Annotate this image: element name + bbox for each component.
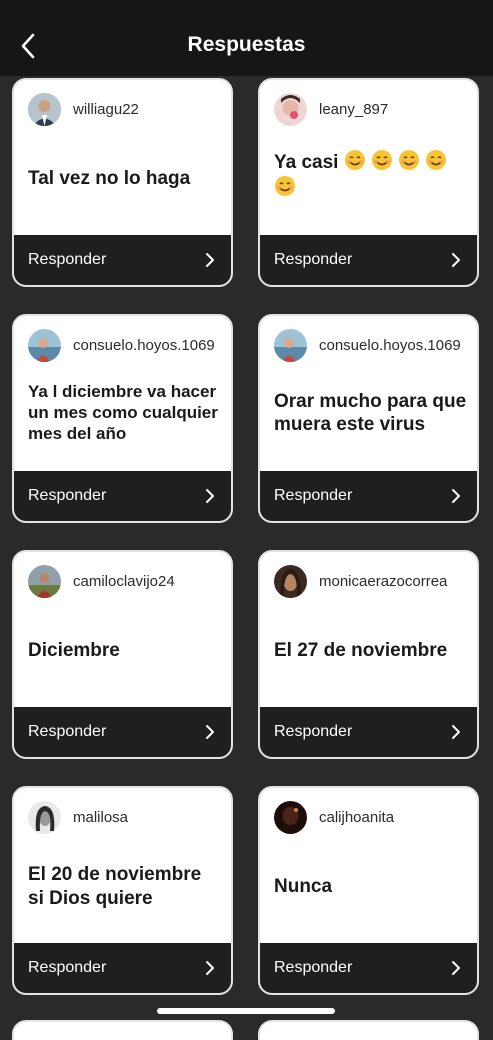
answer-card: calijhoanita Nunca Responder — [258, 786, 479, 995]
respond-label: Responder — [28, 959, 107, 976]
answer-text: El 27 de noviembre — [274, 640, 448, 661]
respond-label: Responder — [274, 487, 353, 504]
page-title: Respuestas — [187, 33, 306, 56]
respond-button[interactable]: Responder — [14, 235, 231, 285]
answers-grid: williagu22 Tal vez no lo haga Responder — [12, 78, 482, 995]
respond-button[interactable]: Responder — [14, 471, 231, 521]
respond-label: Responder — [28, 723, 107, 740]
home-indicator[interactable] — [157, 1008, 335, 1014]
answer-card: leany_897 Ya casi Responder — [258, 78, 479, 287]
username[interactable]: monicaerazocorrea — [319, 573, 447, 590]
answer-card: williagu22 Tal vez no lo haga Responder — [12, 78, 233, 287]
respond-button[interactable]: Responder — [260, 235, 477, 285]
respond-label: Responder — [274, 251, 353, 268]
chevron-right-icon — [203, 489, 217, 503]
respond-label: Responder — [274, 723, 353, 740]
answer-card: consuelo.hoyos.1069 Orar mucho para que … — [258, 314, 479, 523]
username[interactable]: consuelo.hoyos.1069 — [73, 337, 215, 354]
chevron-right-icon — [203, 253, 217, 267]
respond-button[interactable]: Responder — [260, 707, 477, 757]
answer-text: Tal vez no lo haga — [28, 168, 191, 189]
avatar[interactable] — [274, 800, 307, 834]
respond-label: Responder — [274, 959, 353, 976]
avatar[interactable] — [274, 564, 307, 598]
top-bar: Respuestas — [0, 0, 493, 76]
answer-card: monicaerazocorrea El 27 de noviembre Res… — [258, 550, 479, 759]
avatar[interactable] — [274, 328, 307, 362]
avatar[interactable] — [28, 564, 61, 598]
username[interactable]: malilosa — [73, 809, 128, 826]
answer-card: consuelo.hoyos.1069 Ya l diciembre va ha… — [12, 314, 233, 523]
respond-button[interactable]: Responder — [260, 943, 477, 993]
chevron-right-icon — [449, 489, 463, 503]
respond-button[interactable]: Responder — [14, 943, 231, 993]
chevron-right-icon — [203, 725, 217, 739]
chevron-right-icon — [449, 725, 463, 739]
next-card-peek — [258, 1020, 479, 1040]
smiling-face-emoji — [275, 175, 295, 196]
answer-text-prefix: Ya casi — [274, 151, 344, 173]
answer-text: Nunca — [274, 876, 333, 897]
username[interactable]: williagu22 — [73, 101, 139, 118]
respond-button[interactable]: Responder — [14, 707, 231, 757]
smiling-face-emoji — [398, 149, 419, 170]
chevron-right-icon — [449, 961, 463, 975]
answer-text: Ya l diciembre va hacer un mes como cual… — [28, 382, 218, 443]
answer-text: Ya casi — [274, 149, 467, 201]
respond-label: Responder — [28, 487, 107, 504]
avatar[interactable] — [28, 92, 61, 126]
answer-text: Orar mucho para que muera este virus — [274, 390, 467, 435]
answer-card: malilosa El 20 de noviembre si Dios quie… — [12, 786, 233, 995]
answer-text: El 20 de noviembre si Dios quiere — [28, 863, 202, 909]
smiling-face-emoji — [425, 149, 446, 170]
answer-card: camiloclavijo24 Diciembre Responder — [12, 550, 233, 759]
username[interactable]: consuelo.hoyos.1069 — [319, 337, 461, 354]
answer-text: Diciembre — [28, 640, 120, 661]
chevron-right-icon — [449, 253, 463, 267]
chevron-right-icon — [203, 961, 217, 975]
respond-button[interactable]: Responder — [260, 471, 477, 521]
respond-label: Responder — [28, 251, 107, 268]
avatar[interactable] — [28, 328, 61, 362]
smiling-face-emoji — [371, 149, 392, 170]
username[interactable]: leany_897 — [319, 101, 388, 118]
username[interactable]: calijhoanita — [319, 809, 394, 826]
avatar[interactable] — [28, 800, 61, 834]
next-card-peek — [12, 1020, 233, 1040]
username[interactable]: camiloclavijo24 — [73, 573, 175, 590]
smiling-face-emoji — [344, 149, 365, 170]
